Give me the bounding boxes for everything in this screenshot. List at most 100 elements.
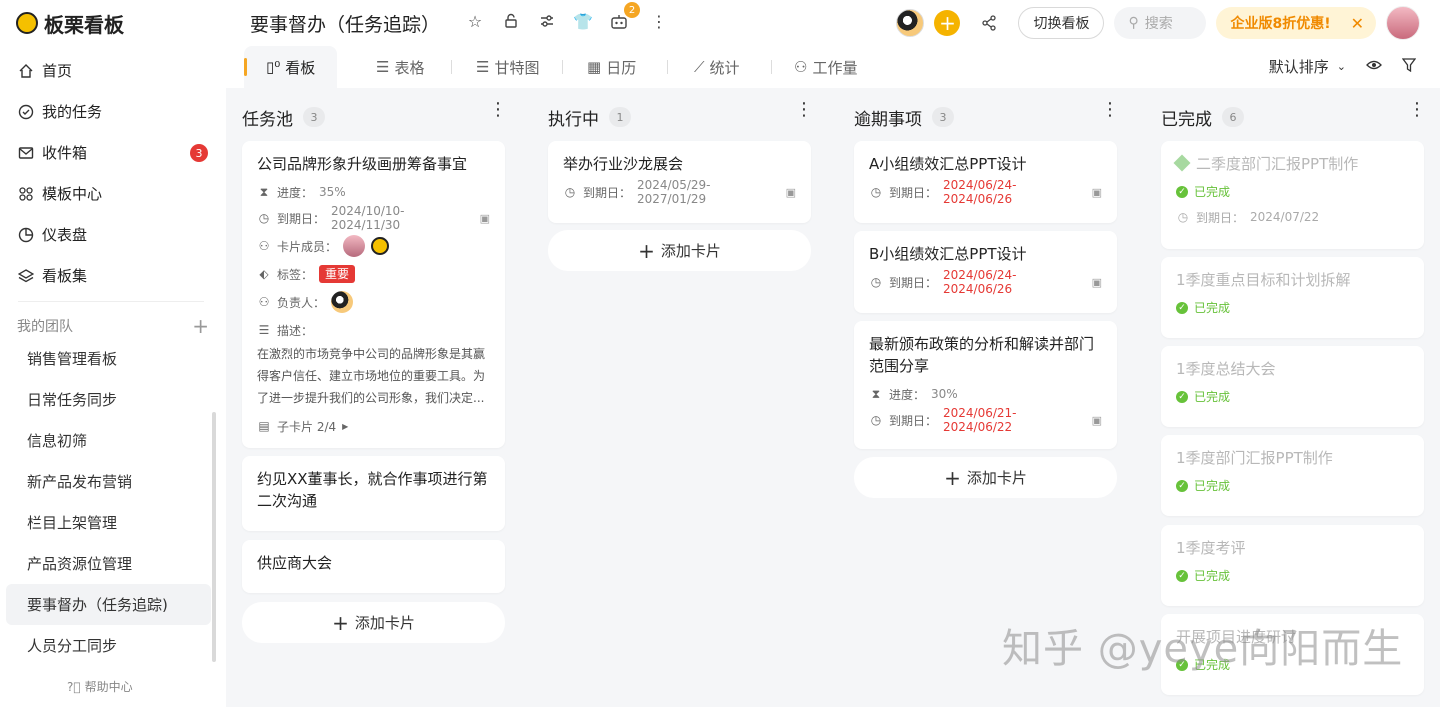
app-logo[interactable]: 板栗看板 — [16, 10, 124, 37]
tab-board[interactable]: ▯⁰ 看板 — [244, 46, 338, 88]
nav-item-my-tasks[interactable]: 我的任务 — [0, 91, 226, 132]
team-board-item[interactable]: 销售管理看板 — [6, 338, 211, 379]
member-avatar[interactable] — [371, 237, 390, 255]
board-icon: ▯⁰ — [266, 58, 281, 76]
task-card[interactable]: 约见XX董事长，就合作事项进行第二次沟通 — [242, 456, 505, 531]
done-status: ✓ 已完成 — [1176, 477, 1409, 494]
task-card-done[interactable]: 1季度部门汇报PPT制作 ✓ 已完成 — [1161, 435, 1424, 516]
add-card-button[interactable]: + 添加卡片 — [548, 230, 811, 271]
due-row: ◷ 到期日： 2024/06/24-2024/06/26 ▣ — [869, 178, 1103, 206]
eye-icon[interactable] — [1366, 58, 1382, 76]
nav-label: 我的任务 — [42, 103, 103, 121]
add-card-button[interactable]: + 添加卡片 — [854, 457, 1117, 498]
add-card-button[interactable]: + 添加卡片 — [242, 602, 505, 643]
column-more-icon[interactable]: ⋮ — [795, 101, 813, 119]
plus-icon: + — [638, 238, 655, 263]
card-title: A小组绩效汇总PPT设计 — [869, 155, 1027, 173]
task-card[interactable]: 公司品牌形象升级画册筹备事宜 ⧗ 进度： 35% ◷ 到期日： 2024/10/… — [242, 141, 505, 448]
task-card[interactable]: 供应商大会 — [242, 540, 505, 593]
task-card-done[interactable]: 1季度考评 ✓ 已完成 — [1161, 525, 1424, 606]
card-title: 1季度部门汇报PPT制作 — [1176, 449, 1333, 467]
task-card-done[interactable]: 1季度总结大会 ✓ 已完成 — [1161, 346, 1424, 427]
help-icon: ?⃝ — [67, 679, 81, 694]
nav-item-templates[interactable]: 模板中心 — [0, 173, 226, 214]
filter-icon[interactable] — [1401, 57, 1417, 76]
column-title: 任务池 — [242, 109, 293, 130]
task-card[interactable]: A小组绩效汇总PPT设计 ◷ 到期日： 2024/06/24-2024/06/2… — [854, 141, 1117, 223]
owner-avatar[interactable] — [331, 291, 354, 313]
settings-sliders-icon[interactable] — [536, 10, 558, 32]
team-board-item[interactable]: 人员分工同步 — [6, 625, 211, 666]
column-header: 已完成 6 ⋮ — [1145, 88, 1426, 146]
task-card[interactable]: 最新颁布政策的分析和解读并部门范围分享 ⧗ 进度： 30% ◷ 到期日： 202… — [854, 321, 1117, 449]
team-board-item[interactable]: 信息初筛 — [6, 420, 211, 461]
tab-separator — [771, 60, 772, 74]
owner-row: ⚇ 负责人： — [257, 291, 490, 313]
logo-icon — [16, 12, 38, 34]
column-count-badge: 3 — [303, 107, 325, 127]
nav-item-board-collection[interactable]: 看板集 — [0, 255, 226, 296]
share-icon[interactable] — [978, 12, 1000, 34]
star-icon[interactable]: ☆ — [464, 10, 486, 32]
nav-item-home[interactable]: 首页 — [0, 50, 226, 91]
column-title: 执行中 — [548, 109, 599, 130]
task-card-done[interactable]: 1季度重点目标和计划拆解 ✓ 已完成 — [1161, 257, 1424, 338]
calendar-small-icon: ▣ — [1091, 185, 1103, 199]
close-icon[interactable]: ✕ — [1351, 14, 1364, 33]
active-tab-indicator — [244, 58, 247, 76]
team-board-item-active[interactable]: 要事督办（任务追踪) — [6, 584, 211, 625]
due-value: 2024/05/29-2027/01/29 — [637, 178, 711, 206]
team-board-item[interactable]: 日常任务同步 — [6, 379, 211, 420]
switch-board-button[interactable]: 切换看板 — [1018, 7, 1105, 39]
help-center-link[interactable]: ?⃝ 帮助中心 — [67, 678, 133, 695]
task-card-done[interactable]: 二季度部门汇报PPT制作 ✓ 已完成 ◷ 到期日： 2024/07/22 — [1161, 141, 1424, 249]
nav-label: 看板集 — [42, 267, 88, 285]
tab-separator — [562, 60, 563, 74]
due-value: 2024/07/22 — [1250, 210, 1320, 224]
sidebar-scrollbar[interactable] — [212, 412, 216, 662]
template-icon — [18, 186, 34, 202]
search-input[interactable]: ⚲ 搜索 — [1114, 7, 1207, 39]
tab-statistics[interactable]: ⟋ 统计 — [694, 46, 740, 88]
view-controls: 默认排序 ⌄ — [1269, 56, 1417, 77]
subcard-row[interactable]: ▤ 子卡片 2/4 ▶ — [257, 417, 490, 435]
column-more-icon[interactable]: ⋮ — [1101, 101, 1119, 119]
task-card[interactable]: 举办行业沙龙展会 ◷ 到期日： 2024/05/29-2027/01/29 ▣ — [548, 141, 811, 223]
team-header-label: 我的团队 — [17, 319, 73, 335]
tab-table[interactable]: ☰ 表格 — [376, 46, 424, 88]
tab-gantt[interactable]: ☰ 甘特图 — [476, 46, 539, 88]
team-board-item[interactable]: 产品资源位管理 — [6, 543, 211, 584]
task-card-done[interactable]: 开展项目进度研讨 ✓ 已完成 — [1161, 614, 1424, 695]
team-board-item[interactable]: 新产品发布营销 — [6, 461, 211, 502]
main-nav: 首页 我的任务 收件箱 3 模板中心 仪表盘 看板集 — [0, 50, 226, 296]
robot-icon[interactable]: 2 — [608, 2, 640, 32]
subcard-icon: ▤ — [258, 419, 270, 433]
nav-item-inbox[interactable]: 收件箱 3 — [0, 132, 226, 173]
lock-icon[interactable] — [500, 10, 522, 32]
kanban-board: 任务池 3 ⋮ 公司品牌形象升级画册筹备事宜 ⧗ 进度： 35% ◷ 到期日： … — [226, 88, 1440, 707]
add-team-icon[interactable]: + — [192, 314, 209, 338]
member-avatar[interactable] — [896, 9, 925, 37]
tab-calendar[interactable]: ▦ 日历 — [587, 46, 636, 88]
task-card[interactable]: B小组绩效汇总PPT设计 ◷ 到期日： 2024/06/24-2024/06/2… — [854, 231, 1117, 313]
promo-banner[interactable]: 企业版8折优惠! ✕ — [1216, 7, 1376, 39]
tab-workload[interactable]: ⚇ 工作量 — [794, 46, 857, 88]
user-icon: ⚇ — [258, 239, 270, 253]
more-vertical-icon[interactable]: ⋮ — [648, 10, 670, 32]
due-label: 到期日： — [889, 185, 938, 200]
add-member-button[interactable]: + — [934, 10, 961, 36]
skin-shirt-icon[interactable]: 👕 — [572, 10, 594, 32]
column-more-icon[interactable]: ⋮ — [489, 101, 507, 119]
column-more-icon[interactable]: ⋮ — [1408, 101, 1426, 119]
sort-dropdown[interactable]: 默认排序 ⌄ — [1269, 56, 1346, 77]
card-title: 约见XX董事长，就合作事项进行第二次沟通 — [257, 470, 488, 510]
nav-label: 收件箱 — [42, 144, 88, 162]
due-label: 到期日： — [583, 185, 632, 200]
tab-label: 甘特图 — [494, 58, 540, 77]
user-avatar[interactable] — [1386, 6, 1420, 40]
app-name: 板栗看板 — [44, 12, 124, 37]
nav-item-dashboard[interactable]: 仪表盘 — [0, 214, 226, 255]
tag-important[interactable]: 重要 — [319, 265, 356, 283]
team-board-item[interactable]: 栏目上架管理 — [6, 502, 211, 543]
member-avatar[interactable] — [343, 235, 366, 257]
